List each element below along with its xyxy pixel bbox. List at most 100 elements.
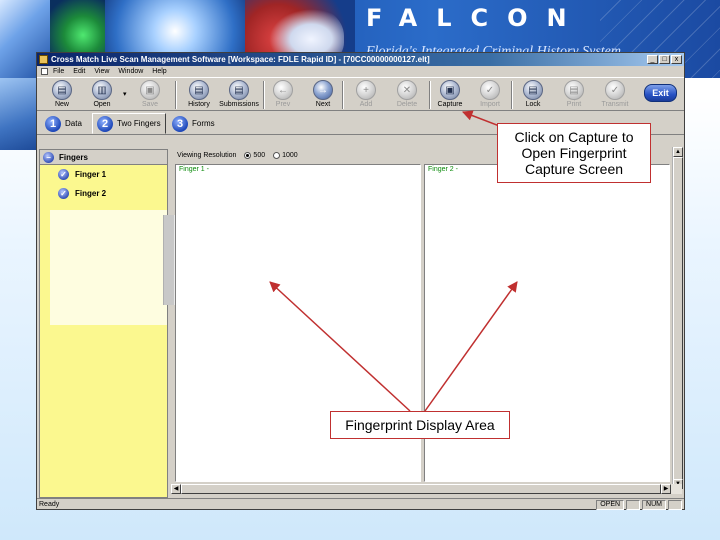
capture-callout: Click on Capture to Open Fingerprint Cap… [497,123,651,183]
delete-icon: ✕ [397,80,417,100]
tab-data[interactable]: 1 Data [41,113,86,134]
display-area-callout: Fingerprint Display Area [330,411,510,439]
fingers-tree-header[interactable]: − Fingers [40,150,167,165]
fingers-header-label: Fingers [59,152,88,162]
menu-help[interactable]: Help [152,68,166,75]
transmit-button[interactable]: ✓ Transmit [593,79,637,108]
delete-label: Delete [396,101,418,108]
save-label: Save [142,101,158,108]
resolution-1000-label[interactable]: 1000 [282,152,298,159]
status-indicator-blank [626,499,641,510]
tab-label: Forms [192,119,215,128]
delete-button[interactable]: ✕ Delete [385,79,429,108]
tree-item-finger-2[interactable]: ✓ Finger 2 [58,184,167,203]
add-icon: + [356,80,376,100]
resolution-1000-radio[interactable] [273,151,281,159]
minimize-button[interactable]: _ [647,55,658,64]
app-window: Cross Match Live Scan Management Softwar… [36,52,685,510]
open-label: Open [93,101,111,108]
tree-empty-area [50,210,167,325]
tab-forms[interactable]: 3 Forms [168,113,219,134]
open-dropdown-icon[interactable]: ▾ [123,90,127,98]
menu-view[interactable]: View [94,68,109,75]
new-label: New [54,101,69,108]
horizontal-scrollbar[interactable]: ◀ ▶ [171,484,682,494]
toolbar: ▤ New ▥ Open ▾ ▣ Save ▤ History ▤ Submis… [37,77,684,111]
lock-icon: ▤ [523,80,543,100]
horizontal-scroll-thumb[interactable] [181,484,661,494]
history-icon: ▤ [189,80,209,100]
import-button[interactable]: ✓ Import [468,79,512,108]
transmit-icon: ✓ [605,80,625,100]
tree-item-finger-1[interactable]: ✓ Finger 1 [58,165,167,184]
close-button[interactable]: x [671,55,682,64]
new-button[interactable]: ▤ New [40,79,84,108]
resolution-label: Viewing Resolution [177,151,237,159]
menu-file[interactable]: File [53,68,64,75]
document-icon[interactable] [41,68,48,75]
add-label: Add [359,101,373,108]
tab-two-fingers[interactable]: 2 Two Fingers [92,113,166,134]
scroll-up-icon[interactable]: ▲ [673,147,683,157]
status-bar: Ready OPEN NUM [37,498,684,510]
history-button[interactable]: ▤ History [177,79,221,108]
prev-arrow-icon: ← [273,80,293,100]
status-indicator-open: OPEN [596,499,625,510]
status-indicator-num: NUM [642,499,666,510]
print-button[interactable]: ▤ Print [552,79,596,108]
next-label: Next [315,101,331,108]
import-label: Import [480,101,500,108]
main-content: − Fingers ✓ Finger 1 ✓ Finger 2 Viewing … [37,147,684,499]
tab-number-badge: 2 [97,115,113,132]
tab-label: Data [65,119,82,128]
prev-button[interactable]: ← Prev [261,79,305,108]
transmit-label: Transmit [601,101,629,108]
check-icon: ✓ [58,169,69,180]
title-bar[interactable]: Cross Match Live Scan Management Softwar… [37,53,684,66]
save-icon: ▣ [140,80,160,100]
tab-number-badge: 3 [172,115,188,132]
lock-button[interactable]: ▤ Lock [511,79,555,108]
next-button[interactable]: → Next [301,79,345,108]
new-document-icon: ▤ [52,80,72,100]
scroll-left-icon[interactable]: ◀ [171,484,181,494]
tab-number-badge: 1 [45,115,61,132]
open-folder-icon: ▥ [92,80,112,100]
print-label: Print [566,101,582,108]
prev-label: Prev [275,101,291,108]
next-arrow-icon: → [313,80,333,100]
capture-icon: ▣ [440,80,460,100]
banner-title: FALCON [366,4,586,32]
resolution-500-radio[interactable] [244,151,252,159]
capture-button[interactable]: ▣ Capture [428,79,472,108]
collapse-icon[interactable]: − [43,151,54,163]
history-label: History [188,101,210,108]
check-icon: ✓ [58,188,69,199]
open-button[interactable]: ▥ Open [80,79,124,108]
menu-bar: File Edit View Window Help [37,66,684,77]
submissions-button[interactable]: ▤ Submissions [217,79,261,108]
save-button[interactable]: ▣ Save [128,79,172,108]
window-title: Cross Match Live Scan Management Softwar… [51,55,430,64]
lock-label: Lock [525,101,541,108]
capture-label: Capture [437,101,463,108]
scroll-right-icon[interactable]: ▶ [661,484,671,494]
add-button[interactable]: + Add [344,79,388,108]
status-indicator-blank [668,499,682,510]
side-decoration [0,78,38,150]
tree-item-label: Finger 1 [75,170,107,179]
exit-button[interactable]: Exit [644,84,677,102]
app-icon[interactable] [39,55,48,64]
maximize-button[interactable]: □ [659,55,670,64]
menu-window[interactable]: Window [118,68,143,75]
print-icon: ▤ [564,80,584,100]
finger-1-panel-label: Finger 1 - [179,166,209,173]
vertical-scrollbar[interactable]: ▲ ▼ [672,147,683,489]
menu-edit[interactable]: Edit [73,68,85,75]
fingers-tree: − Fingers ✓ Finger 1 ✓ Finger 2 [39,149,168,498]
tree-item-label: Finger 2 [75,189,107,198]
vertical-scroll-thumb[interactable] [673,157,683,483]
import-icon: ✓ [480,80,500,100]
resolution-500-label[interactable]: 500 [253,152,265,159]
tab-label: Two Fingers [117,119,161,128]
